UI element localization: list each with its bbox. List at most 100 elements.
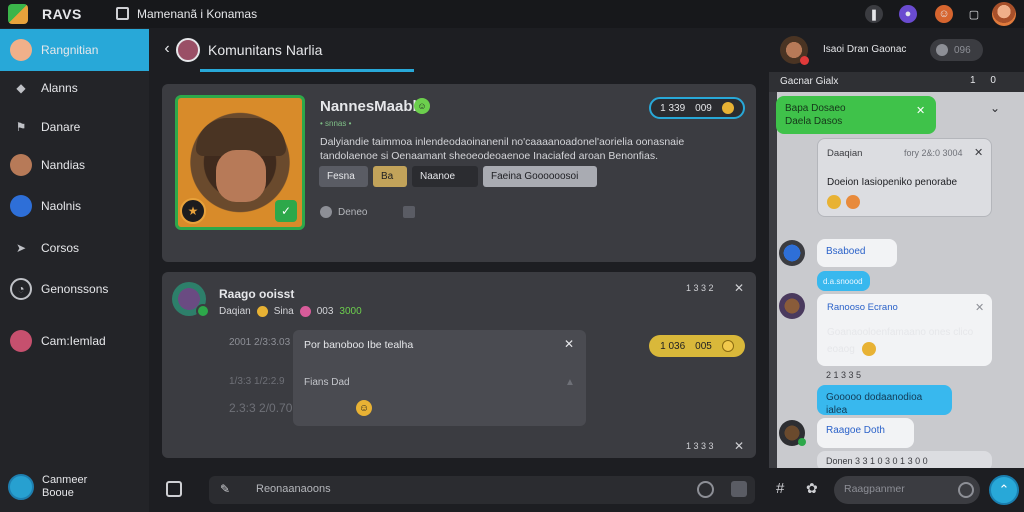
sidebar-item-camiemlad[interactable]: Cam:Iemlad xyxy=(0,320,149,362)
chat-bubble[interactable]: d.a.snoood xyxy=(817,271,870,291)
sidebar-item-rangnitian[interactable]: Rangnitian xyxy=(0,29,149,71)
current-user-line1: Canmeer xyxy=(42,474,88,486)
emoji-icon xyxy=(827,195,841,209)
scrollbar[interactable] xyxy=(769,92,777,468)
window-icon xyxy=(116,7,129,20)
stat-pill[interactable]: 1 339 009 xyxy=(649,97,745,119)
emoji-icon xyxy=(721,102,734,114)
sidebar-item-corsos[interactable]: ➤ Corsos xyxy=(0,227,149,269)
emoji-icon xyxy=(846,195,860,209)
sidebar-item-naolnis[interactable]: Naolnis xyxy=(0,185,149,227)
avatar-icon xyxy=(10,330,32,352)
sidebar-item-label: Genonssons xyxy=(41,282,109,296)
chat-bubble[interactable]: Gooooo dodaanodioa ialea xyxy=(817,385,952,416)
chat-bubble-body: Daela Dasos xyxy=(785,116,843,127)
gear-icon[interactable]: ✿ xyxy=(806,480,818,497)
sidebar-item-genonssons[interactable]: ◔ Genonssons xyxy=(0,268,149,310)
sidebar-item-label: Cam:Iemlad xyxy=(41,334,106,348)
sidebar-item-label: Rangnitian xyxy=(41,43,99,57)
profile-button[interactable]: Faeina Goooooosoi xyxy=(483,166,597,187)
user-badge-icon[interactable]: ● xyxy=(899,5,917,23)
reaction-pill[interactable]: 1 036 005 xyxy=(649,335,745,357)
attachment-icon[interactable] xyxy=(166,481,182,497)
close-icon[interactable]: ✕ xyxy=(734,439,744,453)
verified-icon: ✓ xyxy=(275,200,297,222)
avatar-icon xyxy=(10,39,32,61)
sidebar-item-danare[interactable]: ⚑ Danare xyxy=(0,106,149,148)
avatar[interactable] xyxy=(779,293,805,319)
emoji-icon[interactable] xyxy=(958,482,974,498)
sidebar-item-label: Danare xyxy=(41,120,81,134)
close-icon[interactable]: ✕ xyxy=(974,146,983,159)
chat-bubble[interactable]: Bapa Dosaeo Daela Dasos xyxy=(776,96,936,134)
profile-button[interactable]: Fesna xyxy=(319,166,368,187)
emoji-icon xyxy=(862,342,876,356)
chat-bubble[interactable]: Raagoe Doth xyxy=(817,418,914,448)
pause-icon[interactable]: ❚ xyxy=(865,5,883,23)
chat-bubble-head: Ranooso Ecrano xyxy=(827,302,898,313)
profile-bio: Dalyiandie taimmoa inlendeodaoinanenil n… xyxy=(320,136,685,162)
profile-button[interactable]: Naanoe xyxy=(412,166,478,187)
emoji-icon xyxy=(721,340,734,352)
sidebar-item-label: Corsos xyxy=(41,241,80,255)
image-icon[interactable] xyxy=(731,481,747,497)
avatar[interactable] xyxy=(779,240,805,266)
avatar-icon xyxy=(10,195,32,217)
close-icon[interactable]: ✕ xyxy=(975,301,984,314)
close-icon[interactable]: ✕ xyxy=(734,281,744,295)
reaction-b: 005 xyxy=(695,340,712,352)
clock-icon: ◔ xyxy=(10,278,32,300)
group-sub-mid: Sina xyxy=(273,306,294,317)
group-title: Raago ooisst xyxy=(219,287,295,301)
shield-icon: ◆ xyxy=(16,81,26,95)
stat-b: 009 xyxy=(695,102,712,114)
current-user-line2: Booue xyxy=(42,487,74,499)
sidebar-item-label: Nandias xyxy=(41,158,86,172)
timestamp: 1 3 3 3 xyxy=(686,441,714,451)
close-icon[interactable]: ✕ xyxy=(916,104,925,117)
emoji-icon xyxy=(256,306,268,317)
app-brand: RAVS xyxy=(42,6,82,22)
sidebar-item-alanns[interactable]: ◆ Alanns xyxy=(0,67,149,109)
level-badge-icon: ★ xyxy=(180,198,206,224)
sidebar-item-nandias[interactable]: Nandias xyxy=(0,144,149,186)
online-badge-icon xyxy=(798,438,806,446)
channel-title[interactable]: Komunitans Narlia xyxy=(208,42,322,58)
profile-meta: Deneo xyxy=(320,206,416,218)
emoji-icon[interactable]: ☺ xyxy=(935,5,953,23)
hashtag-icon[interactable]: # xyxy=(776,480,784,497)
caret-up-icon[interactable]: ▲ xyxy=(565,377,575,388)
status-badge xyxy=(800,56,809,65)
avatar[interactable] xyxy=(992,2,1016,26)
chat-panel-controls[interactable]: 1 0 xyxy=(970,75,1002,86)
chat-bubble[interactable]: Bsaboed xyxy=(817,239,897,267)
right-message-input-placeholder: Raagpanmer xyxy=(844,483,905,495)
emoji-icon[interactable] xyxy=(697,481,714,498)
avatar-icon xyxy=(10,154,32,176)
emoji-icon: ☺ xyxy=(414,98,430,114)
send-button[interactable]: ⌃ xyxy=(989,475,1019,505)
timestamp: 1/3:3 1/2:2.9 xyxy=(229,376,285,387)
emoji-icon[interactable]: ☺ xyxy=(356,400,372,416)
emoji-icon xyxy=(299,306,311,317)
profile-subtitle: • snnas • xyxy=(320,119,352,128)
network-icon: ⚑ xyxy=(15,120,27,134)
message-label: Fians Dad xyxy=(304,377,350,388)
group-subtitle: Daqian Sina 003 3000 xyxy=(219,306,362,317)
sidebar-item-label: Naolnis xyxy=(41,199,82,213)
chat-panel-title: Gacnar Gialx xyxy=(780,76,839,87)
message-title: Por banoboo Ibe tealha xyxy=(304,339,414,351)
timestamp: 2001 2/3:3.03 xyxy=(229,337,291,348)
profile-button[interactable]: Ba xyxy=(373,166,407,187)
reaction-a: 1 036 xyxy=(660,340,686,352)
square-icon[interactable] xyxy=(403,206,416,218)
message-input-placeholder: Reonaanaoons xyxy=(256,483,331,495)
toggle-switch[interactable]: 096 xyxy=(930,39,983,61)
current-user[interactable]: Canmeer Booue xyxy=(0,462,149,512)
close-icon[interactable]: ✕ xyxy=(564,337,574,351)
online-badge-icon xyxy=(196,304,210,318)
chevron-down-icon[interactable]: ⌄ xyxy=(990,101,1000,115)
window-icon[interactable]: ▢ xyxy=(965,5,983,23)
chevron-left-icon[interactable]: ‹ xyxy=(162,40,172,57)
profile-meta-label: Deneo xyxy=(338,206,368,218)
